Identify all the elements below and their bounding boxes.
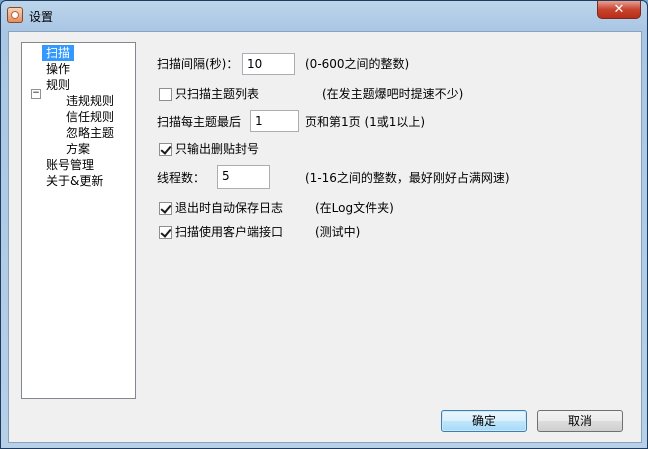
- settings-tree[interactable]: 扫描 操作 − 规则 违规规则 信任规则 忽略主题 方案 账号管理 关于&更新: [21, 42, 136, 399]
- title-bar[interactable]: 设置 ✕: [1, 1, 647, 31]
- scan-interval-label: 扫描间隔(秒)：: [157, 57, 239, 71]
- only-topic-list-checkbox[interactable]: [159, 88, 172, 101]
- tree-item-violation-rules[interactable]: 违规规则: [66, 93, 114, 109]
- last-page-input[interactable]: 1: [250, 110, 299, 132]
- auto-save-log-checkbox[interactable]: [159, 202, 172, 215]
- last-page-label: 扫描每主题最后: [157, 115, 242, 129]
- cancel-button[interactable]: 取消: [537, 410, 623, 432]
- tree-item-rules[interactable]: 规则: [46, 77, 70, 93]
- client-api-label[interactable]: 扫描使用客户端接口: [175, 224, 283, 240]
- client-area: 扫描 操作 − 规则 违规规则 信任规则 忽略主题 方案 账号管理 关于&更新 …: [8, 31, 642, 443]
- close-button[interactable]: ✕: [597, 1, 641, 19]
- tree-item-scan[interactable]: 扫描: [42, 45, 75, 61]
- tree-item-operation[interactable]: 操作: [46, 61, 70, 77]
- scan-interval-input[interactable]: 10: [242, 53, 295, 75]
- settings-window: 设置 ✕ 扫描 操作 − 规则 违规规则 信任规则 忽略主题 方案 账号管理 关…: [0, 0, 648, 449]
- only-topic-list-label[interactable]: 只扫描主题列表: [175, 86, 259, 102]
- threads-label: 线程数：: [157, 171, 206, 185]
- auto-save-log-hint: (在Log文件夹): [315, 201, 394, 215]
- output-deleted-label[interactable]: 只输出删贴封号: [175, 141, 259, 157]
- last-page-hint: 页和第1页 (1或1以上): [305, 115, 426, 129]
- only-topic-list-hint: (在发主题爆吧时提速不少): [322, 87, 464, 101]
- tree-item-accounts[interactable]: 账号管理: [46, 157, 94, 173]
- window-title: 设置: [29, 10, 54, 24]
- client-api-checkbox[interactable]: [159, 226, 172, 239]
- auto-save-log-label[interactable]: 退出时自动保存日志: [175, 200, 283, 216]
- tree-item-about-update[interactable]: 关于&更新: [46, 173, 103, 189]
- tree-item-ignore-topics[interactable]: 忽略主题: [66, 125, 114, 141]
- collapse-icon[interactable]: −: [31, 89, 41, 99]
- app-icon: [7, 7, 23, 23]
- tree-item-schemes[interactable]: 方案: [66, 141, 90, 157]
- output-deleted-checkbox[interactable]: [159, 143, 172, 156]
- threads-input[interactable]: 5: [217, 165, 270, 189]
- client-api-hint: (测试中): [315, 225, 361, 239]
- threads-hint: (1-16之间的整数，最好刚好占满网速): [305, 171, 510, 185]
- tree-item-trust-rules[interactable]: 信任规则: [66, 109, 114, 125]
- scan-interval-hint: (0-600之间的整数): [305, 57, 410, 71]
- ok-button[interactable]: 确定: [441, 410, 527, 432]
